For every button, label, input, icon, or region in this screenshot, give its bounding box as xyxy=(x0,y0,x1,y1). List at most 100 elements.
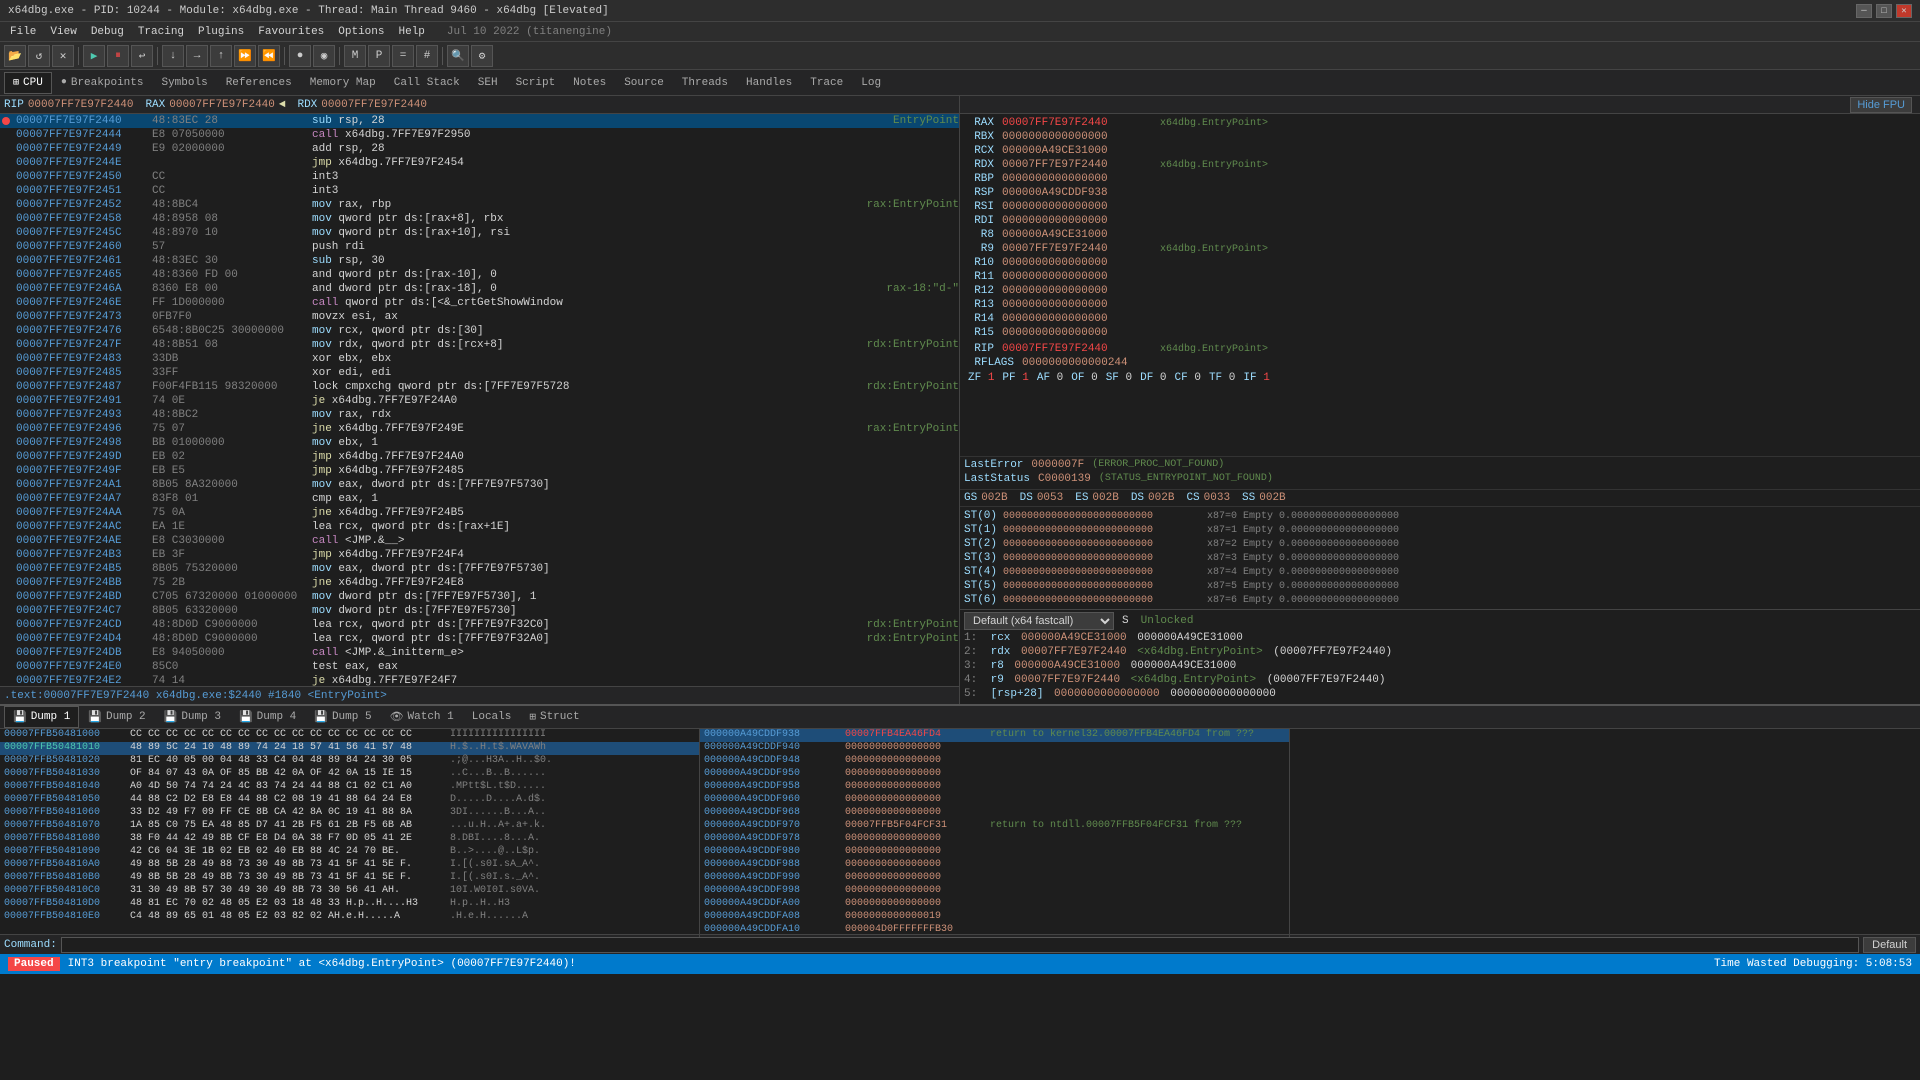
disasm-row[interactable]: 00007FF7E97F2485 33FF xor edi, edi xyxy=(0,366,959,380)
tab-trace[interactable]: Trace xyxy=(801,72,852,94)
tb-close[interactable]: ✕ xyxy=(52,45,74,67)
disasm-row[interactable]: 00007FF7E97F24B3 EB 3F jmp x64dbg.7FF7E9… xyxy=(0,548,959,562)
disasm-row[interactable]: 00007FF7E97F24E0 85C0 test eax, eax xyxy=(0,660,959,674)
tb-stepinto[interactable]: ↓ xyxy=(162,45,184,67)
disasm-row[interactable]: 00007FF7E97F24E2 74 14 je x64dbg.7FF7E97… xyxy=(0,674,959,686)
stack-row[interactable]: 000000A49CDDF978 0000000000000000 xyxy=(700,833,1289,846)
tab-locals[interactable]: Locals xyxy=(463,706,521,728)
dump-row[interactable]: 00007FFB50481010 48 89 5C 24 10 48 89 74… xyxy=(0,742,699,755)
disasm-row[interactable]: 00007FF7E97F244E jmp x64dbg.7FF7E97F2454 xyxy=(0,156,959,170)
disasm-row[interactable]: 00007FF7E97F2449 E9 02000000 add rsp, 28 xyxy=(0,142,959,156)
call-convention-select[interactable]: Default (x64 fastcall) xyxy=(964,612,1114,630)
dump-row[interactable]: 00007FFB50481040 A0 4D 50 74 74 24 4C 83… xyxy=(0,781,699,794)
dump-row[interactable]: 00007FFB504810A0 49 88 5B 28 49 88 73 30… xyxy=(0,859,699,872)
maximize-button[interactable]: □ xyxy=(1876,4,1892,18)
stack-row[interactable]: 000000A49CDDF960 0000000000000000 xyxy=(700,794,1289,807)
tab-handles[interactable]: Handles xyxy=(737,72,801,94)
disasm-row[interactable]: 00007FF7E97F246E FF 1D000000 call qword … xyxy=(0,296,959,310)
menu-options[interactable]: Options xyxy=(332,25,390,39)
dump-row[interactable]: 00007FFB504810B0 49 8B 5B 28 49 8B 73 30… xyxy=(0,872,699,885)
cmd-input[interactable] xyxy=(61,937,1859,953)
tb-restart[interactable]: ↺ xyxy=(28,45,50,67)
stack-row[interactable]: 000000A49CDDF998 0000000000000000 xyxy=(700,885,1289,898)
disasm-row[interactable]: 00007FF7E97F24CD 48:8D0D C9000000 lea rc… xyxy=(0,618,959,632)
tab-dump4[interactable]: 💾 Dump 4 xyxy=(230,706,305,728)
tab-memmap[interactable]: Memory Map xyxy=(301,72,385,94)
disasm-row[interactable]: 00007FF7E97F24D4 48:8D0D C9000000 lea rc… xyxy=(0,632,959,646)
tab-struct[interactable]: ⊞ Struct xyxy=(520,706,588,728)
tb-settings[interactable]: ⚙ xyxy=(471,45,493,67)
tb-bp[interactable]: ● xyxy=(289,45,311,67)
stack-row[interactable]: 000000A49CDDF958 0000000000000000 xyxy=(700,781,1289,794)
tab-cpu[interactable]: ⊞ CPU xyxy=(4,72,52,94)
stack-row[interactable]: 000000A49CDDFA10 000004D0FFFFFFFB30 xyxy=(700,924,1289,937)
tb-log[interactable]: # xyxy=(416,45,438,67)
disasm-row[interactable]: 00007FF7E97F2444 E8 07050000 call x64dbg… xyxy=(0,128,959,142)
stack-row[interactable]: 000000A49CDDF990 0000000000000000 xyxy=(700,872,1289,885)
disasm-row[interactable]: 00007FF7E97F24AE E8 C3030000 call <JMP.&… xyxy=(0,534,959,548)
disasm-row[interactable]: 00007FF7E97F249D EB 02 jmp x64dbg.7FF7E9… xyxy=(0,450,959,464)
menu-favourites[interactable]: Favourites xyxy=(252,25,330,39)
disasm-row[interactable]: 00007FF7E97F2473 0FB7F0 movzx esi, ax xyxy=(0,310,959,324)
tab-dump1[interactable]: 💾 Dump 1 xyxy=(4,706,79,728)
close-button[interactable]: ✕ xyxy=(1896,4,1912,18)
tab-watch1[interactable]: 👁 Watch 1 xyxy=(381,706,463,728)
disasm-row[interactable]: 00007FF7E97F24AC EA 1E lea rcx, qword pt… xyxy=(0,520,959,534)
menu-view[interactable]: View xyxy=(44,25,82,39)
dump-row[interactable]: 00007FFB50481060 33 D2 49 F7 09 FF CE 8B… xyxy=(0,807,699,820)
stack-row[interactable]: 000000A49CDDFA00 0000000000000000 xyxy=(700,898,1289,911)
disasm-row[interactable]: 00007FF7E97F2487 F00F4FB115 98320000 loc… xyxy=(0,380,959,394)
hide-fpu-button[interactable]: Hide FPU xyxy=(1850,97,1912,113)
dump-row[interactable]: 00007FFB504810D0 48 81 EC 70 02 48 05 E2… xyxy=(0,898,699,911)
tab-callstack[interactable]: Call Stack xyxy=(385,72,469,94)
disasm-row[interactable]: 00007FF7E97F2476 6548:8B0C25 30000000 mo… xyxy=(0,324,959,338)
disasm-row[interactable]: 00007FF7E97F2465 48:8360 FD 00 and qword… xyxy=(0,268,959,282)
tab-dump3[interactable]: 💾 Dump 3 xyxy=(155,706,230,728)
tb-run[interactable]: ▶ xyxy=(83,45,105,67)
minimize-button[interactable]: ─ xyxy=(1856,4,1872,18)
stack-row[interactable]: 000000A49CDDF940 0000000000000000 xyxy=(700,742,1289,755)
disasm-row[interactable]: 00007FF7E97F245C 48:8970 10 mov qword pt… xyxy=(0,226,959,240)
menu-help[interactable]: Help xyxy=(393,25,431,39)
dump-row[interactable]: 00007FFB50481000 CC CC CC CC CC CC CC CC… xyxy=(0,729,699,742)
disasm-row[interactable]: 00007FF7E97F2461 48:83EC 30 sub rsp, 30 xyxy=(0,254,959,268)
stack-row[interactable]: 000000A49CDDF980 0000000000000000 xyxy=(700,846,1289,859)
tb-search[interactable]: 🔍 xyxy=(447,45,469,67)
menu-debug[interactable]: Debug xyxy=(85,25,130,39)
dump-row[interactable]: 00007FFB50481020 81 EC 40 05 00 04 48 33… xyxy=(0,755,699,768)
tb-calc[interactable]: = xyxy=(392,45,414,67)
tb-pause[interactable]: ⏸ xyxy=(107,45,129,67)
tb-stepover[interactable]: → xyxy=(186,45,208,67)
tab-breakpoints[interactable]: ● Breakpoints xyxy=(52,72,153,94)
stack-row[interactable]: 000000A49CDDF988 0000000000000000 xyxy=(700,859,1289,872)
stack-row[interactable]: 000000A49CDDF938 00007FFB4EA46FD4 return… xyxy=(700,729,1289,742)
disasm-row[interactable]: 00007FF7E97F24B5 8B05 75320000 mov eax, … xyxy=(0,562,959,576)
tab-source[interactable]: Source xyxy=(615,72,673,94)
tab-threads[interactable]: Threads xyxy=(673,72,737,94)
disasm-row[interactable]: 00007FF7E97F2483 33DB xor ebx, ebx xyxy=(0,352,959,366)
disasm-row[interactable]: 00007FF7E97F2450 CC int3 xyxy=(0,170,959,184)
disasm-row[interactable]: 00007FF7E97F2440 48:83EC 28 sub rsp, 28 … xyxy=(0,114,959,128)
disasm-row[interactable]: 00007FF7E97F247F 48:8B51 08 mov rdx, qwo… xyxy=(0,338,959,352)
disasm-row[interactable]: 00007FF7E97F2458 48:8958 08 mov qword pt… xyxy=(0,212,959,226)
disasm-row[interactable]: 00007FF7E97F24DB E8 94050000 call <JMP.&… xyxy=(0,646,959,660)
disasm-view[interactable]: 00007FF7E97F2440 48:83EC 28 sub rsp, 28 … xyxy=(0,114,959,686)
menu-file[interactable]: File xyxy=(4,25,42,39)
stack-row[interactable]: 000000A49CDDF970 00007FFB5F04FCF31 retur… xyxy=(700,820,1289,833)
disasm-row[interactable]: 00007FF7E97F24C7 8B05 63320000 mov dword… xyxy=(0,604,959,618)
dump-row[interactable]: 00007FFB504810E0 C4 48 89 65 01 48 05 E2… xyxy=(0,911,699,924)
dump-row[interactable]: 00007FFB50481080 38 F0 44 42 49 8B CF E8… xyxy=(0,833,699,846)
disasm-row[interactable]: 00007FF7E97F2460 57 push rdi xyxy=(0,240,959,254)
tab-dump5[interactable]: 💾 Dump 5 xyxy=(305,706,380,728)
disasm-row[interactable]: 00007FF7E97F249F EB E5 jmp x64dbg.7FF7E9… xyxy=(0,464,959,478)
dump-row[interactable]: 00007FFB50481050 44 88 C2 D2 E8 E8 44 88… xyxy=(0,794,699,807)
disasm-row[interactable]: 00007FF7E97F24AA 75 0A jne x64dbg.7FF7E9… xyxy=(0,506,959,520)
tb-open[interactable]: 📂 xyxy=(4,45,26,67)
disasm-row[interactable]: 00007FF7E97F24BD C705 67320000 01000000 … xyxy=(0,590,959,604)
disasm-row[interactable]: 00007FF7E97F2493 48:8BC2 mov rax, rdx xyxy=(0,408,959,422)
tb-stepout[interactable]: ↑ xyxy=(210,45,232,67)
disasm-row[interactable]: 00007FF7E97F246A 8360 E8 00 and dword pt… xyxy=(0,282,959,296)
tab-symbols[interactable]: Symbols xyxy=(152,72,216,94)
tab-log[interactable]: Log xyxy=(852,72,890,94)
dump-row[interactable]: 00007FFB50481090 42 C6 04 3E 1B 02 EB 02… xyxy=(0,846,699,859)
